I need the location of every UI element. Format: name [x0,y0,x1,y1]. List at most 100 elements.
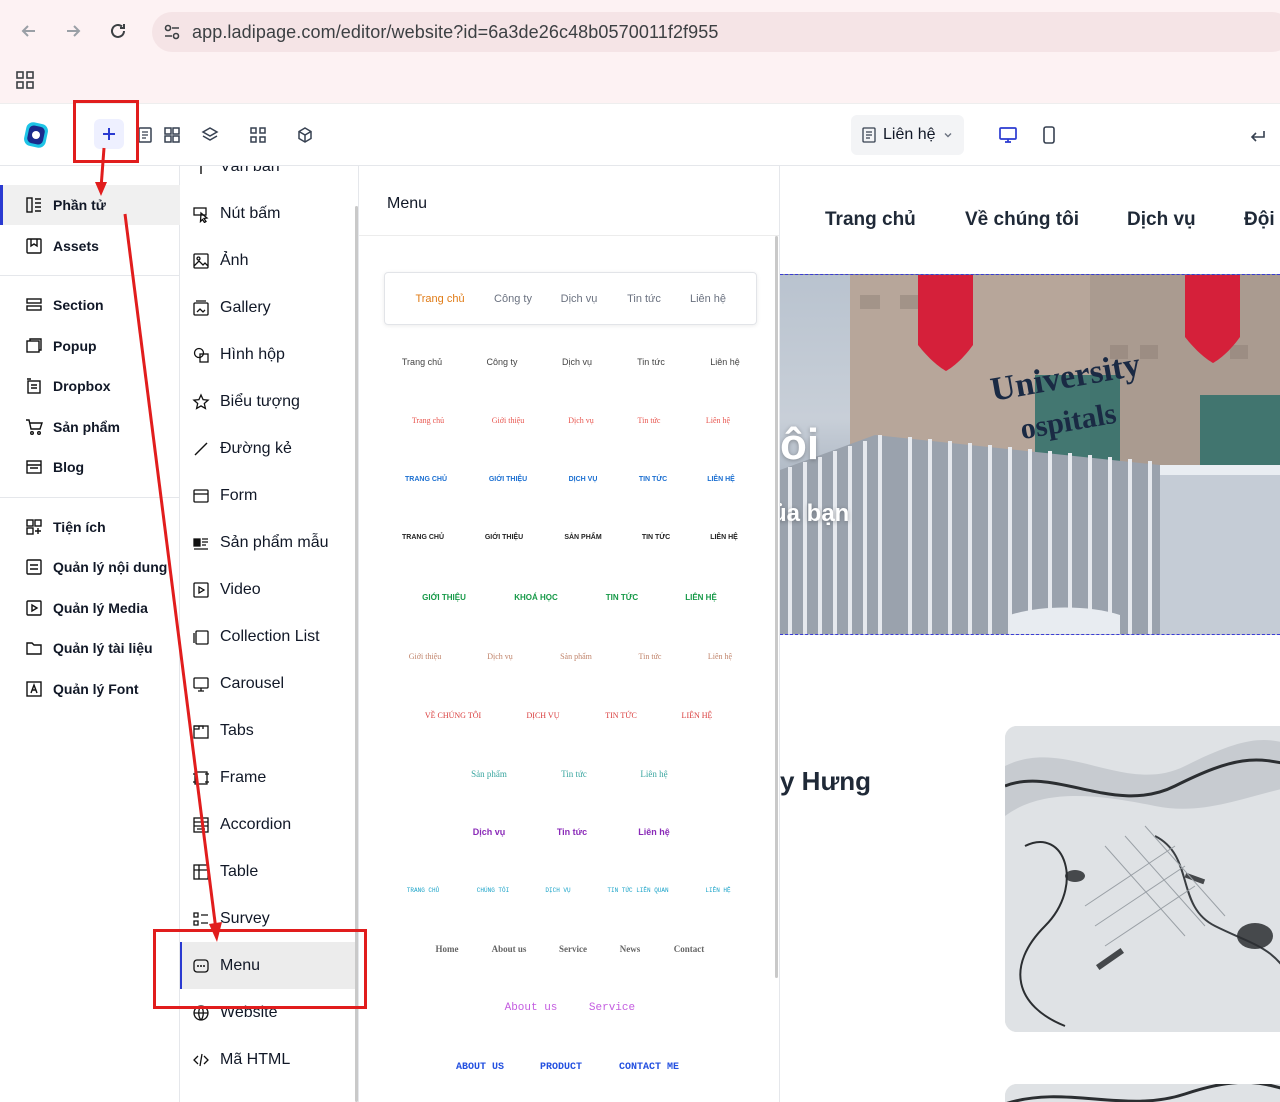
hero-image [780,275,1280,634]
element-text[interactable]: Văn bản [180,166,355,190]
element-carousel[interactable]: Carousel [180,660,355,707]
element-sample-product[interactable]: Sản phẩm mẫu [180,519,355,566]
menu-template-9[interactable]: Sản phẩm Tin tức Liên hệ [359,769,779,789]
element-image[interactable]: Ảnh [180,237,355,284]
element-label: Hình hộp [220,345,285,363]
sidebar-item-products[interactable]: Sản phẩm [0,407,180,447]
forward-icon[interactable] [60,18,86,44]
elements-icon [26,197,41,213]
section-heading[interactable]: y Hưng [780,766,871,797]
sidebar-item-font-manager[interactable]: Quản lý Font [0,669,180,709]
menu-template-10[interactable]: Dịch vụ Tin tức Liên hệ [359,827,779,847]
sidebar-item-media-manager[interactable]: Quản lý Media [0,588,180,628]
menu-item: About us [491,944,527,954]
sidebar-divider [0,275,180,276]
menu-template-13[interactable]: About us Service [359,1002,779,1022]
sidebar-item-popup[interactable]: Popup [0,326,180,366]
menu-item: GIỚI THIỆU [488,476,528,483]
cursor-click-icon [193,206,209,223]
element-button[interactable]: Nút bấm [180,190,355,237]
element-shape[interactable]: Hình hộp [180,331,355,378]
element-label: Carousel [220,674,285,692]
element-table[interactable]: Table [180,848,355,895]
mobile-icon[interactable] [1037,123,1061,147]
menu-item: About us [504,1002,558,1014]
apps-icon[interactable] [246,123,270,147]
page-selector[interactable]: Liên hệ [851,115,964,155]
sidebar-item-content-manager[interactable]: Quản lý nội dung [0,547,180,587]
element-video[interactable]: Video [180,566,355,613]
site-nav-item[interactable]: Trang chủ [825,209,916,231]
menu-template-2[interactable]: Trang chủ Công ty Dịch vụ Tin tức Liên h… [359,357,779,377]
element-label: Table [220,862,259,880]
cube-icon[interactable] [293,123,317,147]
element-collection-list[interactable]: Collection List [180,613,355,660]
menu-template-11[interactable]: TRANG CHỦ CHÚNG TÔI DỊCH VỤ TIN TỨC LIÊN… [359,887,779,907]
menu-template-12[interactable]: Home About us Service News Contact [359,944,779,964]
desktop-icon[interactable] [996,123,1020,147]
sidebar-item-elements[interactable]: Phần tử [0,185,180,225]
panel-divider [359,235,779,236]
menu-template-8[interactable]: VỀ CHÚNG TÔI DỊCH VỤ TIN TỨC LIÊN HỆ [359,711,779,731]
menu-template-1[interactable]: Trang chủ Công ty Dịch vụ Tin tức Liên h… [384,272,757,325]
menu-item: Công ty [486,357,518,367]
exit-preview-icon[interactable] [1246,123,1270,147]
element-form[interactable]: Form [180,472,355,519]
hero-subheading[interactable]: ủa bạn [780,500,849,528]
hero-heading[interactable]: ôi [780,420,819,470]
element-line[interactable]: Đường kẻ [180,425,355,472]
apps-grid-icon[interactable] [15,70,35,95]
page-selector-label: Liên hệ [883,126,936,143]
element-label: Accordion [220,815,292,833]
sidebar-item-document-manager[interactable]: Quản lý tài liệu [0,628,180,668]
site-nav-item[interactable]: Về chúng tôi [965,209,1079,231]
editor-header: Liên hệ [0,104,1280,166]
menu-item: TIN TỨC [605,711,637,720]
element-accordion[interactable]: Accordion [180,801,355,848]
editor-canvas[interactable]: Trang chủ Về chúng tôi Dịch vụ Đội n [780,166,1280,1102]
site-settings-icon[interactable] [152,23,192,41]
text-icon [200,166,202,174]
address-bar[interactable]: app.ladipage.com/editor/website?id=6a3de… [152,12,1280,52]
element-tabs[interactable]: Tabs [180,707,355,754]
element-html-code[interactable]: Mã HTML [180,1036,355,1083]
section-icon [26,298,42,311]
menu-template-5[interactable]: TRANG CHỦ GIỚI THIỆU SẢN PHẨM TIN TỨC LI… [359,534,779,554]
sidebar-item-section[interactable]: Section [0,285,180,325]
aerial-image-2[interactable] [1005,1084,1280,1102]
site-nav-item[interactable]: Dịch vụ [1127,209,1196,231]
element-icon[interactable]: Biểu tượng [180,378,355,425]
hero-section[interactable]: University ospitals ôi ủa bạn [780,274,1280,635]
site-navigation[interactable]: Trang chủ Về chúng tôi Dịch vụ Đội n [780,166,1280,274]
url-text[interactable]: app.ladipage.com/editor/website?id=6a3de… [192,22,719,43]
sidebar-item-blog[interactable]: Blog [0,447,180,487]
back-icon[interactable] [16,18,42,44]
sidebar-item-label: Quản lý nội dung [53,559,168,575]
menu-item: ABOUT US [455,1062,505,1073]
menu-item: Tin tức [638,652,662,661]
menu-template-14[interactable]: ABOUT US PRODUCT CONTACT ME [359,1062,779,1082]
element-frame[interactable]: Frame [180,754,355,801]
menu-panel-scrollbar[interactable] [775,236,778,978]
site-nav-item[interactable]: Đội n [1244,209,1280,231]
element-gallery[interactable]: Gallery [180,284,355,331]
sidebar-item-dropbox[interactable]: Dropbox [0,366,180,406]
aerial-image[interactable] [1005,726,1280,1032]
menu-item: KHOÁ HỌC [514,593,558,602]
sidebar-item-assets[interactable]: Assets [0,226,180,266]
sidebar-item-utilities[interactable]: Tiện ích [0,507,180,547]
layers-icon[interactable] [198,123,222,147]
menu-template-7[interactable]: Giới thiệu Dịch vụ Sản phẩm Tin tức Liên… [359,652,779,672]
menu-item: News [619,944,641,954]
reload-icon[interactable] [105,18,131,44]
aerial-photo [1005,726,1280,1032]
menu-item: DỊCH VỤ [568,476,598,483]
media-icon [26,600,42,616]
sidebar-item-label: Popup [53,338,97,354]
menu-item: DỊCH VỤ [545,887,571,894]
ladipage-logo[interactable] [22,120,50,150]
menu-template-4[interactable]: TRANG CHỦ GIỚI THIỆU DỊCH VỤ TIN TỨC LIÊ… [359,476,779,496]
menu-template-3[interactable]: Trang chủ Giới thiệu Dịch vụ Tin tức Liê… [359,416,779,436]
menu-template-6[interactable]: GIỚI THIỆU KHOÁ HỌC TIN TỨC LIÊN HỆ [359,593,779,613]
layout-icon[interactable] [160,123,184,147]
